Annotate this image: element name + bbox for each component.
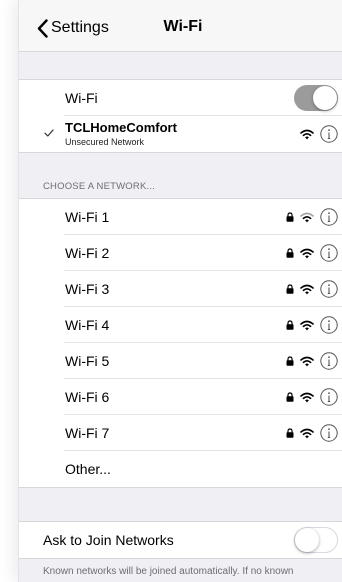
network-name: Wi-Fi 1 (65, 209, 110, 225)
network-row[interactable]: Wi-Fi 6 (19, 379, 342, 415)
lock-icon (286, 284, 294, 294)
network-name: Wi-Fi 6 (65, 389, 110, 405)
settings-screen: Settings Wi-Fi Wi-Fi TCLHomeComfort Unse… (18, 0, 342, 582)
other-network-label: Other... (65, 461, 111, 477)
info-icon[interactable] (320, 125, 338, 143)
wifi-toggle-row: Wi-Fi (19, 80, 342, 116)
network-row[interactable]: Wi-Fi 4 (19, 307, 342, 343)
ask-to-join-label: Ask to Join Networks (43, 532, 174, 548)
ask-to-join-row: Ask to Join Networks (19, 522, 342, 558)
current-network-status: Unsecured Network (65, 137, 145, 147)
info-icon[interactable] (320, 424, 338, 442)
wifi-toggle[interactable] (294, 85, 338, 111)
wifi-icon (300, 356, 314, 366)
ask-to-join-footer: Known networks will be joined automatica… (43, 566, 294, 577)
network-icons (286, 199, 338, 235)
info-icon[interactable] (320, 280, 338, 298)
network-icons (286, 379, 338, 415)
lock-icon (286, 320, 294, 330)
wifi-icon (300, 248, 314, 258)
wifi-icon (300, 129, 314, 139)
lock-icon (286, 428, 294, 438)
toggle-knob (313, 86, 337, 110)
network-row[interactable]: Wi-Fi 5 (19, 343, 342, 379)
wifi-icon (300, 320, 314, 330)
network-icons (286, 343, 338, 379)
wifi-icon (300, 392, 314, 402)
wifi-toggle-label: Wi-Fi (65, 90, 98, 106)
info-icon[interactable] (320, 388, 338, 406)
network-name: Wi-Fi 3 (65, 281, 110, 297)
ask-to-join-toggle[interactable] (294, 527, 338, 553)
choose-network-header: CHOOSE A NETWORK... (43, 181, 156, 192)
wifi-icon (300, 284, 314, 294)
current-network-row[interactable]: TCLHomeComfort Unsecured Network (19, 116, 342, 152)
wifi-icon (300, 428, 314, 438)
network-name: Wi-Fi 2 (65, 245, 110, 261)
lock-icon (286, 248, 294, 258)
network-icons (286, 415, 338, 451)
info-icon[interactable] (320, 316, 338, 334)
network-icons (286, 271, 338, 307)
page-title: Wi-Fi (163, 18, 203, 35)
network-list: Wi-Fi 1 Wi-Fi 2 Wi-Fi 3 Wi-Fi 4 Wi-Fi 5 … (19, 198, 342, 488)
network-icons (300, 116, 338, 152)
network-icons (286, 307, 338, 343)
info-icon[interactable] (320, 352, 338, 370)
ask-to-join-group: Ask to Join Networks (19, 521, 342, 559)
current-network-name: TCLHomeComfort (65, 120, 177, 135)
network-name: Wi-Fi 7 (65, 425, 110, 441)
network-row[interactable]: Wi-Fi 2 (19, 235, 342, 271)
wifi-group: Wi-Fi TCLHomeComfort Unsecured Network (19, 79, 342, 153)
network-name: Wi-Fi 5 (65, 353, 110, 369)
info-icon[interactable] (320, 208, 338, 226)
other-network-row[interactable]: Other... (19, 451, 342, 487)
network-row[interactable]: Wi-Fi 7 (19, 415, 342, 451)
network-name: Wi-Fi 4 (65, 317, 110, 333)
lock-icon (286, 392, 294, 402)
lock-icon (286, 212, 294, 222)
toggle-knob (295, 528, 319, 552)
checkmark-icon (44, 129, 54, 137)
lock-icon (286, 356, 294, 366)
network-icons (286, 235, 338, 271)
navigation-bar: Settings Wi-Fi (19, 0, 342, 52)
wifi-icon (300, 212, 314, 222)
info-icon[interactable] (320, 244, 338, 262)
network-row[interactable]: Wi-Fi 3 (19, 271, 342, 307)
network-row[interactable]: Wi-Fi 1 (19, 199, 342, 235)
